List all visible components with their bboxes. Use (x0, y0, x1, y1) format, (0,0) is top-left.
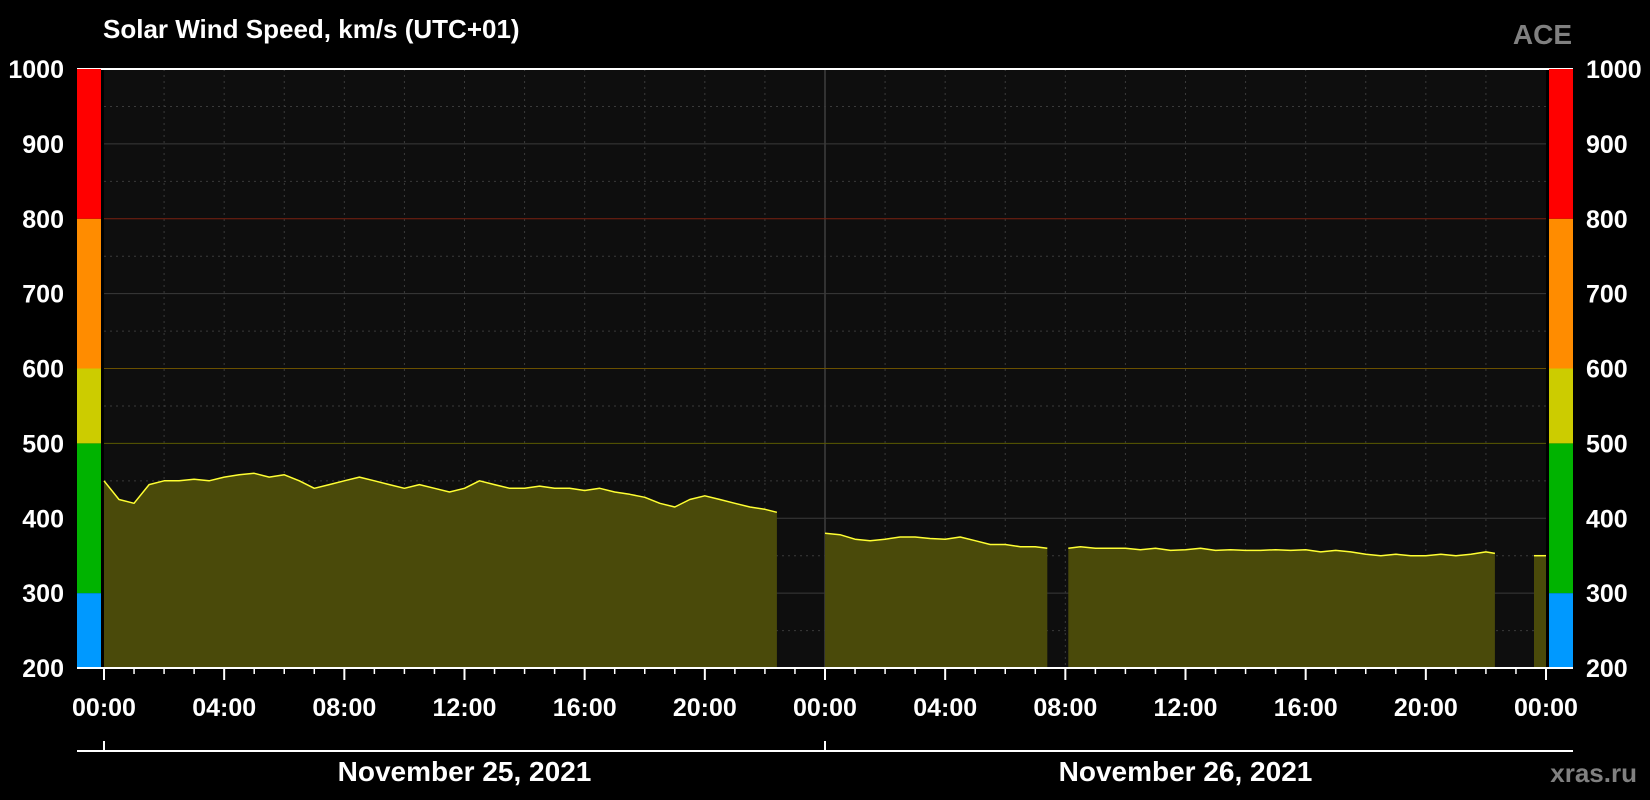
y-tick-label-left: 500 (22, 430, 64, 458)
source-label: ACE (1513, 19, 1572, 50)
y-tick-label-right: 300 (1586, 580, 1628, 608)
x-tick-label: 12:00 (1154, 694, 1218, 722)
x-tick-label: 08:00 (1033, 694, 1097, 722)
y-tick-label-left: 900 (22, 131, 64, 159)
watermark-label: xras.ru (1550, 758, 1637, 788)
series-area (1068, 546, 1495, 668)
level-band-right (1549, 593, 1573, 668)
x-tick-label: 16:00 (553, 694, 617, 722)
level-band-left (77, 368, 101, 444)
x-tick-label: 00:00 (793, 694, 857, 722)
level-band-right (1549, 69, 1573, 219)
x-tick-label: 16:00 (1274, 694, 1338, 722)
x-tick-label: 20:00 (1394, 694, 1458, 722)
y-tick-label-right: 400 (1586, 505, 1628, 533)
x-tick-label: 08:00 (312, 694, 376, 722)
level-band-left (77, 593, 101, 668)
y-tick-label-left: 600 (22, 356, 64, 384)
level-band-right (1549, 218, 1573, 369)
y-tick-label-right: 900 (1586, 131, 1628, 159)
x-tick-label: 00:00 (1514, 694, 1578, 722)
x-tick-label: 04:00 (192, 694, 256, 722)
y-tick-label-left: 1000 (8, 56, 64, 84)
y-tick-label-right: 1000 (1586, 56, 1642, 84)
y-tick-label-right: 200 (1586, 655, 1628, 683)
y-tick-label-left: 300 (22, 580, 64, 608)
level-band-right (1549, 443, 1573, 594)
x-tick-label: 04:00 (913, 694, 977, 722)
solar-wind-chart: Solar Wind Speed, km/s (UTC+01) ACE xras… (8, 14, 1641, 788)
x-tick-label: 20:00 (673, 694, 737, 722)
y-tick-label-left: 700 (22, 281, 64, 309)
level-band-left (77, 443, 101, 594)
level-band-left (77, 218, 101, 369)
series-area (825, 533, 1048, 668)
level-band-right (1549, 368, 1573, 444)
date-label: November 25, 2021 (338, 756, 592, 787)
y-tick-label-right: 700 (1586, 281, 1628, 309)
y-tick-label-left: 800 (22, 206, 64, 234)
chart-layer: 200 200 300 300 400 400 500 500 600 600 700 700 800 8… (8, 56, 1641, 787)
y-tick-label-left: 200 (22, 655, 64, 683)
series-area (1534, 555, 1546, 668)
y-tick-label-right: 800 (1586, 206, 1628, 234)
y-tick-label-left: 400 (22, 505, 64, 533)
y-tick-label-right: 500 (1586, 430, 1628, 458)
level-band-left (77, 69, 101, 219)
x-tick-label: 12:00 (433, 694, 497, 722)
date-label: November 26, 2021 (1059, 756, 1313, 787)
y-tick-label-right: 600 (1586, 356, 1628, 384)
chart-title: Solar Wind Speed, km/s (UTC+01) (103, 14, 520, 44)
x-tick-label: 00:00 (72, 694, 136, 722)
